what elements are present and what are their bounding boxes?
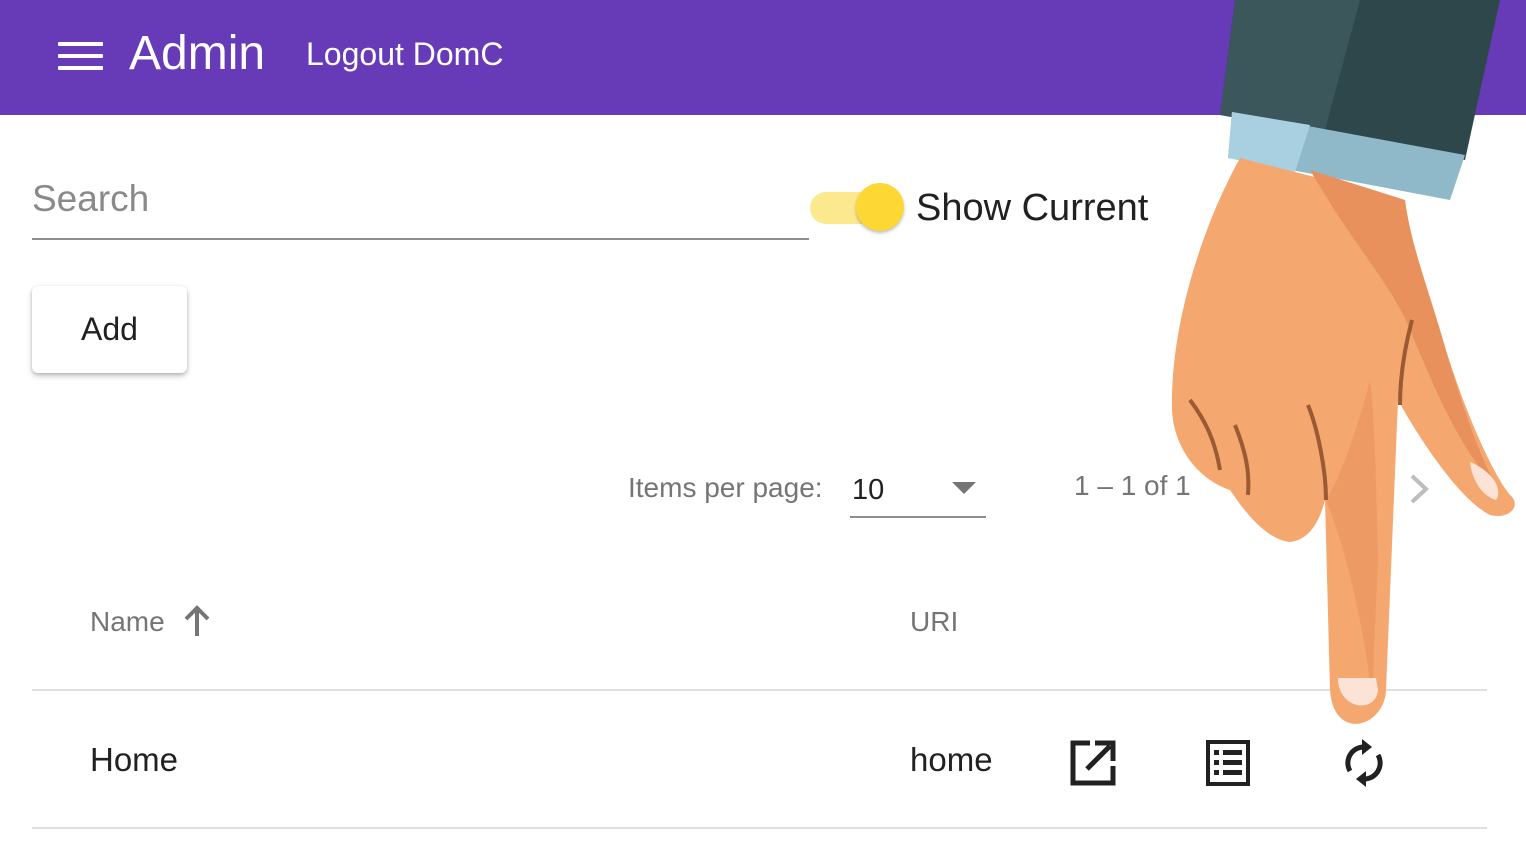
logout-link[interactable]: Logout DomC	[306, 34, 503, 74]
row-uri-cell: home	[910, 741, 993, 778]
search-field	[32, 160, 809, 240]
items-per-page-value: 10	[852, 474, 885, 506]
app-title: Admin	[129, 27, 266, 80]
row-name-cell: Home	[90, 741, 179, 778]
column-header-name[interactable]: Name	[90, 604, 165, 640]
show-current-label: Show Current	[916, 187, 1149, 229]
items-per-page-select[interactable]: 10	[850, 466, 986, 518]
arrow-up-icon	[184, 605, 210, 636]
show-current-toggle[interactable]	[808, 180, 904, 236]
items-per-page-label: Items per page:	[628, 472, 823, 503]
pointing-hand-icon	[1171, 0, 1515, 724]
list-button[interactable]	[1200, 735, 1256, 791]
menu-icon[interactable]	[52, 34, 110, 78]
dropdown-arrow-icon	[952, 482, 976, 494]
toggle-thumb	[856, 183, 904, 231]
search-input[interactable]	[32, 176, 792, 222]
list-icon	[1206, 740, 1250, 786]
row-divider	[32, 827, 1487, 829]
open-in-new-icon	[1070, 740, 1116, 786]
column-header-uri: URI	[910, 606, 959, 637]
add-button[interactable]: Add	[32, 286, 187, 373]
open-in-new-button[interactable]	[1065, 735, 1121, 791]
refresh-icon	[1345, 739, 1383, 787]
refresh-button[interactable]	[1336, 735, 1392, 791]
